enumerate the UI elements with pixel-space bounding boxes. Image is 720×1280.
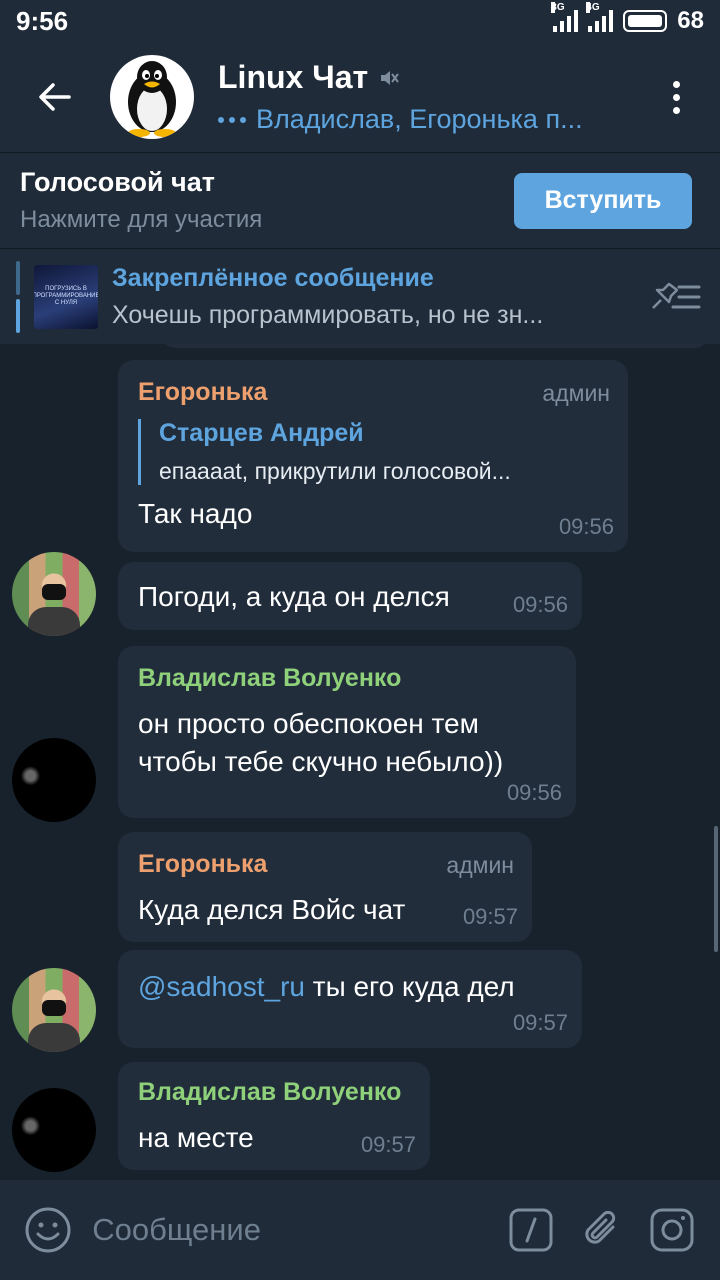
message-text: Так надо	[138, 498, 253, 529]
smile-icon	[25, 1207, 71, 1253]
message-bubble[interactable]: @sadhost_ru ты его куда дел 09:57	[118, 950, 582, 1048]
message-text: Погоди, а куда он делся	[138, 581, 450, 612]
scrollbar[interactable]	[714, 826, 718, 952]
message-time: 09:56	[512, 592, 568, 617]
back-button[interactable]	[0, 42, 110, 152]
user-mention-link[interactable]: @sadhost_ru	[138, 971, 305, 1002]
message-text-rest: ты его куда дел	[304, 971, 515, 1002]
tux-penguin-icon	[128, 61, 176, 137]
emoji-button[interactable]	[18, 1194, 78, 1266]
more-vert-icon	[672, 80, 680, 88]
sender-name[interactable]: Егоронька	[138, 378, 608, 407]
message-bubble[interactable]: Егоронька админ Куда делся Войс чат 09:5…	[118, 832, 532, 942]
pinned-message-bar[interactable]: ПОГРУЗИСЬ В ПРОГРАММИРОВАНИЕ С НУЛЯ Закр…	[0, 248, 720, 344]
reply-quote[interactable]: Старцев Андрей епааааt, прикрутили голос…	[138, 419, 608, 485]
sender-name[interactable]: Владислав Волуенко	[138, 664, 556, 693]
signal-icon-2: 4G	[586, 2, 614, 32]
message-bubble-previous	[160, 344, 710, 348]
more-menu-button[interactable]	[646, 42, 706, 152]
sender-name[interactable]: Владислав Волуенко	[138, 1078, 410, 1107]
chat-subtitle: Владислав, Егоронька п...	[256, 104, 583, 134]
typing-indicator-icon	[218, 116, 246, 123]
network-type-label-2: 4G	[586, 2, 600, 13]
attach-button[interactable]	[572, 1194, 632, 1266]
admin-badge: админ	[542, 380, 610, 406]
reply-text: епааааt, прикрутили голосовой...	[159, 458, 511, 484]
slash-command-icon	[509, 1208, 553, 1252]
message-bubble[interactable]: Погоди, а куда он делся 09:56	[118, 562, 582, 630]
reply-sender: Старцев Андрей	[159, 419, 364, 447]
user-avatar[interactable]	[12, 552, 96, 636]
pinned-thumbnail: ПОГРУЗИСЬ В ПРОГРАММИРОВАНИЕ С НУЛЯ	[34, 264, 98, 329]
pinned-text: Хочешь программировать, но не зн...	[112, 300, 544, 329]
status-bar: 9:56 3G 4G 68	[0, 0, 720, 42]
message-time: 09:57	[360, 1132, 416, 1157]
pinned-thumbnail-text: ПОГРУЗИСЬ В ПРОГРАММИРОВАНИЕ С НУЛЯ	[34, 285, 98, 307]
user-avatar[interactable]	[12, 1088, 96, 1172]
message-bubble[interactable]: Егоронька админ Старцев Андрей епааааt, …	[118, 360, 628, 552]
message-text-line: чтобы тебе скучно небыло))	[138, 746, 504, 777]
message-bubble[interactable]: Владислав Волуенко на месте 09:57	[118, 1062, 430, 1170]
message-time: 09:56	[558, 514, 614, 539]
message-text: Куда делся Войс чат	[138, 894, 406, 925]
admin-badge: админ	[446, 852, 514, 878]
chat-title[interactable]: Linux Чат	[218, 59, 368, 96]
message-bubble[interactable]: Владислав Волуенко он просто обеспокоен …	[118, 646, 576, 818]
camera-icon	[650, 1208, 694, 1252]
message-time: 09:57	[512, 1010, 568, 1035]
message-input[interactable]	[78, 1194, 492, 1266]
battery-icon	[623, 10, 668, 32]
voice-chat-title: Голосовой чат	[20, 167, 215, 197]
pinned-list-button[interactable]	[644, 267, 704, 327]
pinned-indicator	[16, 260, 20, 333]
message-time: 09:56	[506, 780, 562, 805]
pinned-title: Закреплённое сообщение	[112, 263, 434, 292]
user-avatar[interactable]	[12, 738, 96, 822]
join-voice-chat-button[interactable]: Вступить	[514, 172, 692, 229]
camera-button[interactable]	[642, 1194, 702, 1266]
chat-avatar[interactable]	[110, 55, 194, 139]
voice-chat-bar[interactable]: Голосовой чат Нажмите для участия Вступи…	[0, 152, 720, 248]
chat-header: Linux Чат Владислав, Егоронька п...	[0, 42, 720, 152]
bot-commands-button[interactable]	[501, 1194, 561, 1266]
network-type-label: 3G	[551, 2, 565, 13]
message-text-line: он просто обеспокоен тем	[138, 708, 479, 739]
paperclip-icon	[584, 1210, 615, 1244]
message-list[interactable]: Егоронька админ Старцев Андрей епааааt, …	[0, 344, 720, 1180]
user-avatar[interactable]	[12, 968, 96, 1052]
back-arrow-icon	[39, 83, 71, 111]
pin-list-icon	[652, 282, 701, 309]
message-time: 09:57	[462, 904, 518, 929]
message-input-bar	[0, 1180, 720, 1280]
message-text: @sadhost_ru ты его куда дел	[138, 968, 562, 1006]
signal-icon: 3G	[551, 2, 579, 32]
status-time: 9:56	[16, 5, 69, 36]
muted-icon	[381, 70, 399, 85]
battery-level: 68	[677, 7, 704, 34]
voice-chat-subtitle: Нажмите для участия	[20, 206, 263, 233]
